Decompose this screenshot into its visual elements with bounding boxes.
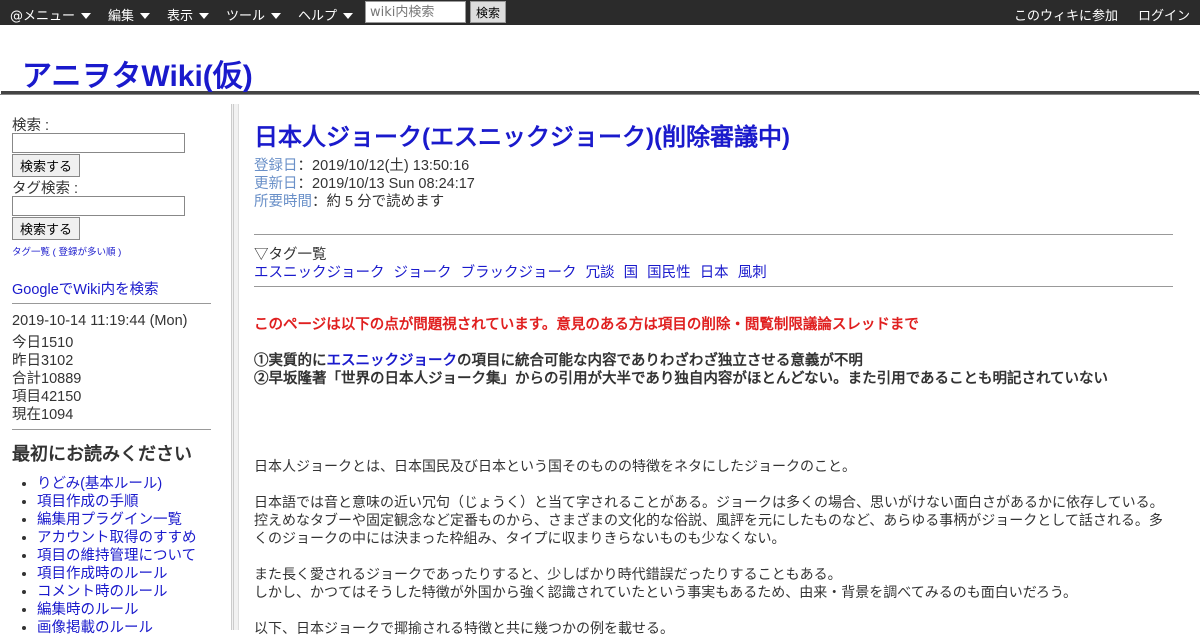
- menu-edit[interactable]: 編集: [108, 5, 151, 24]
- tag-link[interactable]: 冗談: [586, 265, 615, 281]
- site-title[interactable]: アニヲタWiki(仮): [22, 51, 253, 95]
- search-label: 検索 :: [12, 118, 50, 134]
- tag-link[interactable]: 風刺: [738, 265, 767, 281]
- sidebar-divider-1: [12, 303, 211, 304]
- chevron-down-icon: [271, 12, 282, 19]
- tag-search-button[interactable]: 検索する: [12, 217, 80, 240]
- tag-list: エスニックジョーク ジョーク ブラックジョーク 冗談 国 国民性 日本 風刺: [254, 261, 772, 282]
- menu-atmenu-label: @メニュー: [10, 9, 76, 24]
- tag-link[interactable]: 国民性: [647, 265, 691, 281]
- list-item: 編集時のルール: [37, 598, 197, 618]
- tag-list-link[interactable]: タグ一覧: [12, 247, 50, 258]
- tag-link[interactable]: 日本: [700, 265, 729, 281]
- list-item: 項目作成の手順: [37, 490, 197, 510]
- counter-datetime: 2019-10-14 11:19:44 (Mon): [12, 313, 188, 329]
- reading-time: 所要時間：約 5 分で読めます: [254, 190, 444, 211]
- chevron-down-icon: [81, 12, 92, 19]
- menu-tools[interactable]: ツール: [226, 5, 282, 24]
- first-read-heading: 最初にお読みください: [12, 444, 192, 464]
- reading-value: ：約 5 分で読めます: [312, 194, 445, 210]
- counter-current: 現在1094: [12, 407, 74, 423]
- paren-close: ): [118, 247, 122, 258]
- tag-link[interactable]: ジョーク: [394, 265, 452, 281]
- sidebar-search-button[interactable]: 検索する: [12, 154, 80, 177]
- counter-total: 合計10889: [12, 371, 82, 387]
- list-item: コメント時のルール: [37, 580, 197, 600]
- list-item: アカウント取得のすすめ: [37, 526, 197, 546]
- counter-today: 今日1510: [12, 335, 74, 351]
- chevron-down-icon: [199, 12, 210, 19]
- tag-link[interactable]: 国: [624, 265, 639, 281]
- paragraph-1-text: 日本人ジョークとは、日本国民及び日本という国そのものの特徴をネタにしたジョークの…: [254, 458, 856, 474]
- list-item: りどみ(基本ルール): [37, 472, 197, 492]
- wiki-search-button[interactable]: 検索: [470, 1, 506, 23]
- access-counter: 2019-10-14 11:19:44 (Mon) 今日1510 昨日3102 …: [12, 313, 188, 423]
- list-item: 編集用プラグイン一覧: [37, 508, 197, 528]
- counter-items: 項目42150: [12, 389, 82, 405]
- issue-2: ②早坂隆著「世界の日本人ジョーク集」からの引用が大半であり独自内容がほとんどない…: [254, 371, 1109, 387]
- menu-edit-label: 編集: [108, 9, 135, 24]
- paragraph-2: 日本語では音と意味の近い冗句（じょうく）と当て字されることがある。ジョークは多く…: [254, 493, 1170, 547]
- login-link[interactable]: ログイン: [1138, 5, 1190, 24]
- menu-help[interactable]: ヘルプ: [298, 5, 354, 24]
- menu-view[interactable]: 表示: [167, 5, 210, 24]
- list-item: 項目作成時のルール: [37, 562, 197, 582]
- sidebar: 検索 : 検索する タグ検索 : 検索する タグ一覧 ( 登録が多い順 ) Go…: [0, 104, 230, 636]
- reading-label: 所要時間: [254, 194, 312, 210]
- first-read-link[interactable]: 画像掲載のルール: [37, 620, 153, 636]
- sidebar-search-input[interactable]: [12, 133, 185, 153]
- paragraph-1: 日本人ジョークとは、日本国民及び日本という国そのものの特徴をネタにしたジョークの…: [254, 457, 1170, 475]
- chevron-down-icon: [343, 12, 354, 19]
- paragraph-4: 以下、日本ジョークで揶揄される特徴と共に幾つかの例を載せる。: [254, 619, 1170, 637]
- menu-view-label: 表示: [167, 9, 194, 24]
- sidebar-divider-2: [12, 429, 211, 430]
- paragraph-2-text: 日本語では音と意味の近い冗句（じょうく）と当て字されることがある。ジョークは多く…: [254, 494, 1164, 546]
- menu-tools-label: ツール: [226, 9, 266, 24]
- paragraph-3b-text: しかし、かつてはそうした特徴が外国から強く認識されていたという事実もあるため、由…: [254, 584, 1078, 600]
- tag-search-input[interactable]: [12, 196, 185, 216]
- paragraph-4-text: 以下、日本ジョークで揶揄される特徴と共に幾つかの例を載せる。: [254, 620, 674, 636]
- chevron-down-icon: [140, 12, 151, 19]
- join-wiki-link[interactable]: このウィキに参加: [1014, 5, 1118, 24]
- tag-link[interactable]: エスニックジョーク: [254, 265, 385, 281]
- google-search-link[interactable]: GoogleでWiki内を検索: [12, 278, 159, 299]
- list-item: 画像掲載のルール: [37, 616, 197, 636]
- first-read-list: りどみ(基本ルール) 項目作成の手順 編集用プラグイン一覧 アカウント取得のすす…: [0, 472, 197, 636]
- tag-link[interactable]: ブラックジョーク: [461, 265, 577, 281]
- paragraph-3: また長く愛されるジョークであったりすると、少しばかり時代錯誤だったりすることもあ…: [254, 565, 1170, 601]
- counter-yesterday: 昨日3102: [12, 353, 74, 369]
- divider-tags-bottom: [254, 286, 1173, 287]
- wiki-search-input[interactable]: [365, 1, 466, 23]
- divider-tags-top: [254, 234, 1173, 235]
- tag-list-sort-link[interactable]: 登録が多い順: [58, 247, 115, 258]
- list-item: 項目の維持管理について: [37, 544, 197, 564]
- menu-atmenu[interactable]: @メニュー: [10, 5, 92, 24]
- page-title[interactable]: 日本人ジョーク(エスニックジョーク)(削除審議中): [254, 117, 790, 152]
- menu-help-label: ヘルプ: [298, 9, 338, 24]
- sidebar-resize-divider: [231, 104, 239, 630]
- tag-list-links: タグ一覧 ( 登録が多い順 ): [12, 244, 121, 258]
- main-content: 日本人ジョーク(エスニックジョーク)(削除審議中) 登録日：2019/10/12…: [254, 104, 1174, 636]
- paragraph-3a-text: また長く愛されるジョークであったりすると、少しばかり時代錯誤だったりすることもあ…: [254, 566, 842, 582]
- tag-search-label: タグ検索 :: [12, 181, 79, 197]
- top-menu-bar: @メニュー 編集 表示 ツール ヘルプ 検索 このウィキに参加 ログイン: [0, 0, 1200, 25]
- paren-open: (: [52, 247, 56, 258]
- deletion-warning: このページは以下の点が問題視されています。意見のある方は項目の削除・閲覧制限議論…: [254, 317, 919, 333]
- header-divider: [0, 94, 1200, 95]
